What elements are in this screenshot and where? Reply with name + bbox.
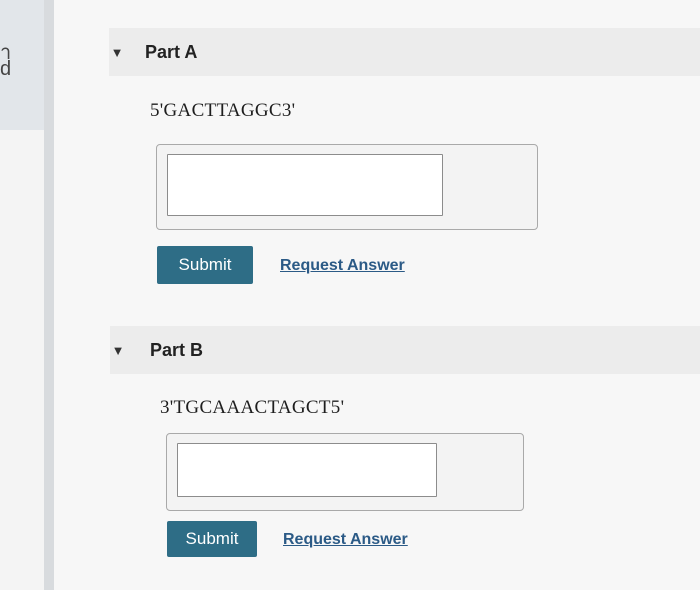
part-b-submit-button[interactable]: Submit xyxy=(167,521,257,557)
divider xyxy=(44,0,54,590)
part-a-header[interactable]: ▼ Part A xyxy=(109,28,700,76)
part-a-sequence: 5'GACTTAGGC3' xyxy=(150,100,296,121)
left-sidebar-panel: า d xyxy=(0,0,44,130)
part-b-answer-box xyxy=(166,433,524,511)
part-b-answer-input[interactable] xyxy=(177,443,437,497)
part-b-header[interactable]: ▼ Part B xyxy=(110,326,700,374)
part-a-submit-button[interactable]: Submit xyxy=(157,246,253,284)
part-b-title: Part B xyxy=(150,339,204,360)
part-a-answer-input[interactable] xyxy=(167,154,443,216)
part-a-title: Part A xyxy=(145,41,198,62)
caret-down-icon[interactable]: ▼ xyxy=(110,343,126,358)
main-content: ▼ Part A 5'GACTTAGGC3' Submit Request An… xyxy=(54,0,700,590)
part-a-request-answer-link[interactable]: Request Answer xyxy=(280,257,405,275)
part-b-request-answer-link[interactable]: Request Answer xyxy=(283,531,408,549)
part-a-answer-box xyxy=(156,144,538,230)
caret-down-icon[interactable]: ▼ xyxy=(109,45,125,60)
left-panel-text-fragment: d xyxy=(0,58,12,80)
part-b-sequence: 3'TGCAAACTAGCT5' xyxy=(160,397,345,418)
